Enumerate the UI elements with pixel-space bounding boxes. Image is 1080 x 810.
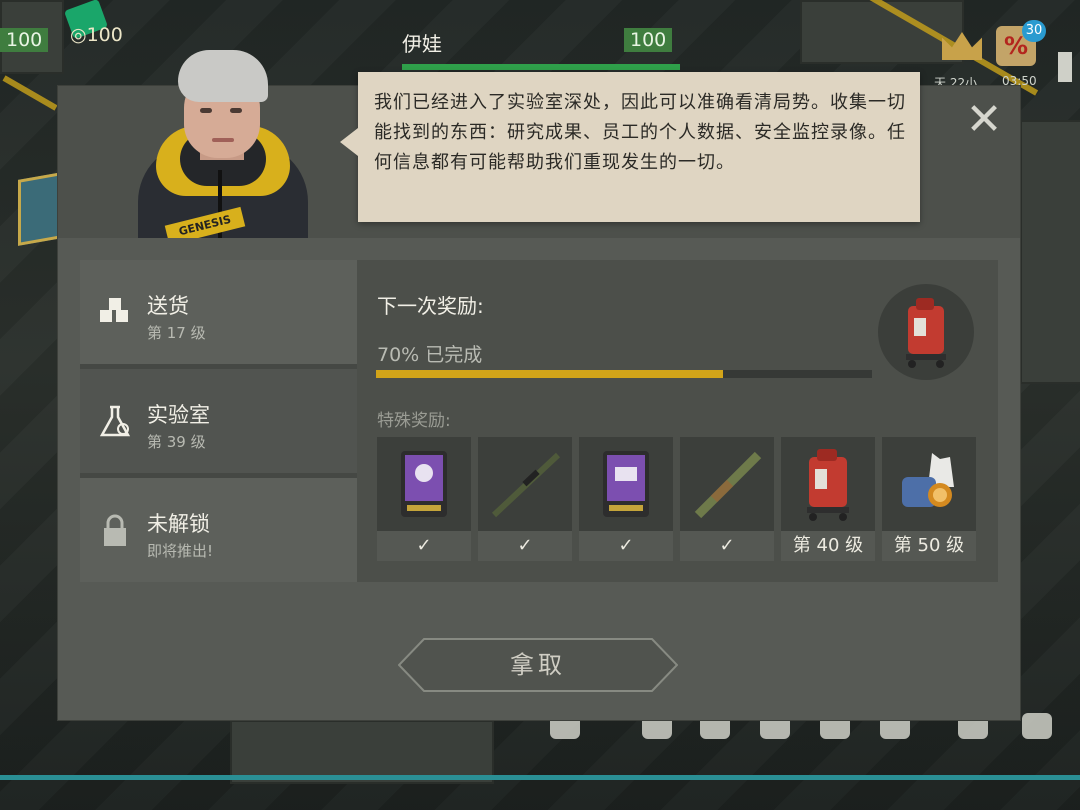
item-card-icon <box>603 451 649 517</box>
sidebar: 送货 第 17 级 实验室 第 39 级 未解锁 即将推出! <box>80 260 357 582</box>
portrait-eye <box>230 108 242 113</box>
discount-count-badge: 30 <box>1022 20 1046 42</box>
lock-icon <box>104 514 126 546</box>
portrait-mouth <box>212 138 234 142</box>
portrait-hair <box>178 50 268 102</box>
teal-floor-line <box>0 775 1080 780</box>
next-reward-title: 下一次奖励: <box>377 294 484 318</box>
flask-icon <box>99 405 131 437</box>
special-rewards-row: ✓ ✓ ✓ ✓ 第 40 级 第 50 级 <box>377 437 977 561</box>
clothing-bundle-icon <box>902 453 954 507</box>
reward-panel: 下一次奖励: 70% 已完成 特殊奖励: ✓ ✓ ✓ ✓ 第 40 级 第 50… <box>357 260 998 582</box>
monitor-object <box>18 172 62 246</box>
hud-coin-value: ◎100 <box>70 24 123 46</box>
red-backpack-icon <box>807 449 849 521</box>
gift-icon[interactable] <box>1058 52 1072 82</box>
skull-card-icon <box>401 451 447 517</box>
floor-tile <box>800 0 964 64</box>
portrait-eye <box>200 108 212 113</box>
sidebar-item-label: 实验室 <box>147 403 210 427</box>
claimed-check: ✓ <box>478 531 572 561</box>
reward-slot[interactable]: ✓ <box>579 437 673 561</box>
progress-bar <box>376 370 872 378</box>
reward-slot[interactable]: ✓ <box>377 437 471 561</box>
character-portrait: GENESIS <box>130 50 312 238</box>
sidebar-item-label: 未解锁 <box>147 512 210 536</box>
speech-bubble: 我们已经进入了实验室深处，因此可以准确看清局势。收集一切能找到的东西：研究成果、… <box>340 72 920 222</box>
close-button[interactable]: ✕ <box>964 98 1004 142</box>
sidebar-item-level: 第 39 级 <box>147 433 206 451</box>
backpack-icon[interactable] <box>1022 713 1052 739</box>
sidebar-item-lab[interactable]: 实验室 第 39 级 <box>80 369 357 473</box>
camo-rifle-icon <box>694 451 762 519</box>
boxes-icon <box>100 298 128 322</box>
sidebar-item-label: 送货 <box>147 294 189 318</box>
reward-slot[interactable]: 第 40 级 <box>781 437 875 561</box>
claimed-check: ✓ <box>680 531 774 561</box>
event-dialog: GENESIS 我们已经进入了实验室深处，因此可以准确看清局势。收集一切能找到的… <box>58 50 1020 720</box>
hud-player-value: 100 <box>624 28 673 52</box>
claimed-check: ✓ <box>377 531 471 561</box>
reward-slot[interactable]: ✓ <box>478 437 572 561</box>
claimed-check: ✓ <box>579 531 673 561</box>
sidebar-item-level: 第 17 级 <box>147 324 206 342</box>
red-backpack-icon <box>906 298 946 368</box>
get-button[interactable]: 拿取 <box>397 638 679 692</box>
wall-panel <box>1020 120 1080 384</box>
reward-level: 第 40 级 <box>781 531 875 561</box>
progress-text: 70% 已完成 <box>377 344 483 366</box>
crown-icon[interactable] <box>942 32 982 60</box>
progress-fill <box>376 370 724 378</box>
reward-level: 第 50 级 <box>882 531 976 561</box>
sidebar-item-locked[interactable]: 未解锁 即将推出! <box>80 478 357 582</box>
hud-right-cluster: % 30 03:50 <box>942 20 1072 88</box>
next-reward-preview[interactable] <box>878 284 974 380</box>
hud-health-bar <box>402 64 680 70</box>
hud-player-name: 伊娃 <box>402 32 442 56</box>
coin-value-text: 100 <box>86 24 123 46</box>
get-button-label: 拿取 <box>510 651 566 679</box>
speech-text: 我们已经进入了实验室深处，因此可以准确看清局势。收集一切能找到的东西：研究成果、… <box>374 92 906 173</box>
reward-slot[interactable]: 第 50 级 <box>882 437 976 561</box>
hazard-stripe <box>2 75 58 111</box>
sniper-rifle-icon <box>491 452 561 518</box>
special-rewards-title: 特殊奖励: <box>377 411 451 431</box>
content-panel: 送货 第 17 级 实验室 第 39 级 未解锁 即将推出! 下一次奖励: 70… <box>80 260 998 582</box>
sidebar-item-level: 即将推出! <box>147 542 214 560</box>
sidebar-item-delivery[interactable]: 送货 第 17 级 <box>80 260 357 364</box>
reward-slot[interactable]: ✓ <box>680 437 774 561</box>
hud-left-value: 100 <box>0 28 49 52</box>
